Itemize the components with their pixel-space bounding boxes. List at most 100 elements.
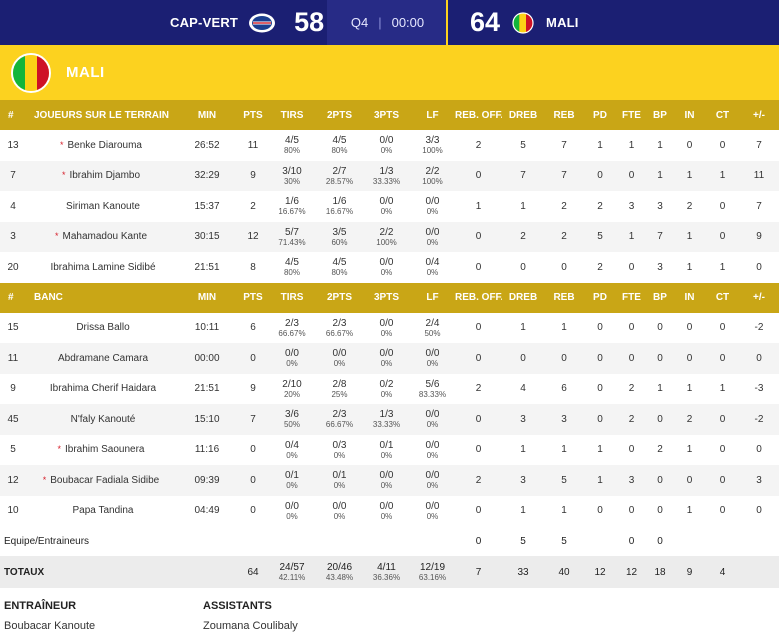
bench-col-header[interactable]: +/- [739, 283, 779, 313]
bench-col-header[interactable]: PTS [238, 283, 268, 313]
player-bp: 0 [657, 322, 663, 334]
player-2pts: 0/0 0% [332, 500, 347, 521]
bench-col-header[interactable]: PD [584, 283, 616, 313]
player-3pts: 0/0 0% [379, 317, 394, 338]
bench-col-header[interactable]: # [0, 283, 26, 313]
starters-col-header[interactable]: PTS [238, 100, 268, 130]
player-dreb: 2 [520, 231, 526, 243]
bench-col-header[interactable]: BANC [26, 283, 176, 313]
player-name-link[interactable]: * Mahamadou Kante [26, 222, 176, 253]
starters-col-header[interactable]: CT [706, 100, 739, 130]
starters-col-header[interactable]: DREB [502, 100, 544, 130]
player-name-link[interactable]: * Boubacar Fadiala Sidibe [26, 465, 176, 496]
bench-col-header[interactable]: LF [410, 283, 455, 313]
player-pts: 9 [250, 383, 256, 395]
player-lf: 0/0 0% [425, 500, 440, 521]
bench-col-header[interactable]: FTE [616, 283, 647, 313]
player-min: 26:52 [194, 139, 220, 151]
player-name[interactable]: Abdramane Camara [58, 353, 148, 364]
player-3pts: 0/0 0% [379, 257, 394, 278]
player-2pts: 2/7 28.57% [325, 165, 354, 186]
bench-col-header[interactable]: DREB [502, 283, 544, 313]
starters-col-header[interactable]: REB [544, 100, 584, 130]
player-reb-off: 0 [475, 170, 482, 182]
starters-col-header[interactable]: # [0, 100, 26, 130]
player-bp: 3 [657, 200, 663, 212]
player-reb-off: 0 [475, 322, 482, 334]
cap-vert-logo-icon [249, 13, 276, 32]
player-name-link[interactable]: Papa Tandina [26, 496, 176, 527]
player-name[interactable]: Benke Diarouma [68, 140, 142, 151]
starter-star-icon: * [54, 231, 59, 242]
bench-col-header[interactable]: BP [647, 283, 673, 313]
player-pts: 0 [250, 474, 256, 486]
mali-flag-large-icon [11, 52, 51, 93]
player-name-link[interactable]: Drissa Ballo [26, 313, 176, 344]
bench-col-header[interactable]: TIRS [268, 283, 316, 313]
starters-col-header[interactable]: +/- [739, 100, 779, 130]
player-reb-off: 0 [475, 352, 482, 364]
player-tirs: 4/5 80% [283, 135, 300, 156]
starters-col-header[interactable]: REB. OFF. [455, 100, 502, 130]
player-number: 3 [10, 231, 16, 243]
player-min: 10:11 [194, 322, 220, 334]
player-2pts: 0/0 0% [332, 348, 347, 369]
player-plus-minus: 7 [756, 200, 762, 212]
player-name[interactable]: Mahamadou Kante [63, 231, 148, 242]
bench-col-header[interactable]: 2PTS [316, 283, 363, 313]
player-number: 10 [7, 505, 19, 517]
player-name-link[interactable]: * Benke Diarouma [26, 130, 176, 161]
starters-col-header[interactable]: JOUEURS SUR LE TERRAIN [26, 100, 176, 130]
player-name-link[interactable]: Ibrahima Cherif Haidara [26, 374, 176, 405]
bench-col-header[interactable]: CT [706, 283, 739, 313]
player-fte: 3 [628, 200, 635, 212]
starters-col-header[interactable]: FTE [616, 100, 647, 130]
player-2pts: 0/3 0% [332, 439, 347, 460]
player-name-link[interactable]: Siriman Kanoute [26, 191, 176, 222]
player-reb: 6 [561, 383, 567, 395]
bench-col-header[interactable]: REB. OFF. [455, 283, 502, 313]
player-2pts: 2/8 25% [331, 378, 348, 399]
player-lf: 0/0 0% [425, 470, 440, 491]
player-fte: 2 [628, 413, 635, 425]
assistants-block: ASSISTANTS Zoumana Coulibaly [203, 600, 298, 632]
starters-col-header[interactable]: TIRS [268, 100, 316, 130]
box-score-table: # JOUEURS SUR LE TERRAIN MIN PTS TIRS 2PTS 3PT… [0, 100, 779, 588]
player-lf: 0/0 0% [425, 409, 440, 430]
starters-col-header[interactable]: 3PTS [363, 100, 410, 130]
starters-col-header[interactable]: BP [647, 100, 673, 130]
bench-col-header[interactable]: MIN [176, 283, 238, 313]
starters-col-header[interactable]: LF [410, 100, 455, 130]
starters-col-header[interactable]: PD [584, 100, 616, 130]
player-plus-minus: 0 [756, 444, 762, 456]
bench-col-header[interactable]: REB [544, 283, 584, 313]
player-name-link[interactable]: * Ibrahim Djambo [26, 161, 176, 192]
player-name[interactable]: Ibrahima Lamine Sidibé [50, 262, 155, 273]
player-pd: 2 [597, 261, 603, 273]
player-name[interactable]: Siriman Kanoute [66, 201, 140, 212]
player-name[interactable]: Boubacar Fadiala Sidibe [50, 475, 159, 486]
totals-pm [739, 556, 779, 588]
player-name[interactable]: Ibrahim Djambo [69, 170, 140, 181]
starters-col-header[interactable]: 2PTS [316, 100, 363, 130]
player-name[interactable]: Drissa Ballo [76, 322, 129, 333]
player-name[interactable]: Ibrahima Cherif Haidara [50, 383, 156, 394]
player-name-link[interactable]: Abdramane Camara [26, 343, 176, 374]
player-lf: 3/3 100% [422, 135, 443, 156]
player-name-link[interactable]: N'faly Kanouté [26, 404, 176, 435]
player-name-link[interactable]: * Ibrahim Saounera [26, 435, 176, 466]
bench-col-header[interactable]: 3PTS [363, 283, 410, 313]
player-name-link[interactable]: Ibrahima Lamine Sidibé [26, 252, 176, 283]
player-pd: 1 [597, 474, 603, 486]
starters-col-header[interactable]: MIN [176, 100, 238, 130]
starters-col-header[interactable]: IN [673, 100, 706, 130]
player-name[interactable]: Ibrahim Saounera [65, 444, 145, 455]
player-3pts: 0/0 0% [379, 196, 394, 217]
player-name[interactable]: Papa Tandina [73, 505, 134, 516]
player-reb-off: 2 [475, 474, 482, 486]
player-pd: 2 [597, 200, 603, 212]
bench-col-header[interactable]: IN [673, 283, 706, 313]
player-dreb: 3 [520, 413, 526, 425]
player-dreb: 0 [520, 352, 526, 364]
player-name[interactable]: N'faly Kanouté [71, 414, 136, 425]
